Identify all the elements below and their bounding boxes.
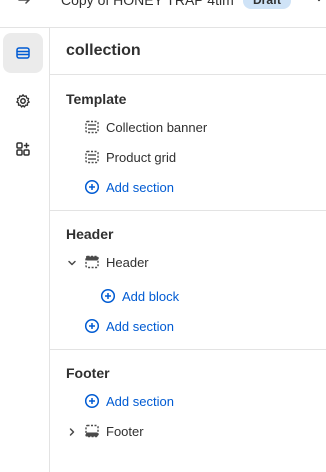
chevron-down-icon[interactable] [66, 256, 78, 268]
gear-icon [16, 94, 30, 108]
section-item-collection-banner[interactable]: Collection banner [84, 113, 207, 141]
status-badge: Draft [243, 0, 292, 9]
footer-group-label: Footer [106, 423, 144, 439]
template-add-section-button[interactable]: Add section [84, 173, 174, 201]
template-heading: Template [66, 91, 127, 107]
header-add-section-button[interactable]: Add section [84, 312, 174, 340]
apps-icon [16, 142, 30, 156]
rail-apps-button[interactable] [3, 129, 43, 169]
section-block-icon [84, 119, 100, 135]
section-item-product-grid[interactable]: Product grid [84, 143, 176, 171]
sections-panel: collection Template Collection banner Pr… [50, 28, 326, 472]
header-heading: Header [66, 226, 114, 242]
add-section-label: Add section [106, 318, 174, 334]
section-item-label: Collection banner [106, 119, 208, 135]
page-title: collection [66, 42, 141, 59]
header-group-label: Header [106, 254, 149, 270]
sections-icon [16, 47, 30, 59]
footer-block-icon [84, 423, 100, 439]
add-section-label: Add section [106, 393, 174, 409]
add-section-label: Add section [106, 179, 174, 195]
divider [50, 349, 326, 350]
add-circle-icon [84, 318, 100, 334]
top-bar: Copy of HONEY TRAP 4tim Draft [0, 0, 326, 28]
footer-group-item[interactable]: Footer [84, 417, 144, 445]
add-circle-icon [84, 179, 100, 195]
divider [50, 210, 326, 211]
rail-sections-button[interactable] [3, 33, 43, 73]
more-icon[interactable] [316, 0, 326, 6]
chevron-right-icon[interactable] [66, 425, 78, 437]
exit-icon[interactable] [17, 0, 35, 8]
divider [50, 74, 326, 75]
left-rail [0, 28, 50, 472]
document-title: Copy of HONEY TRAP 4tim [61, 0, 234, 8]
footer-heading: Footer [66, 365, 110, 381]
header-group-item[interactable]: Header [84, 248, 149, 276]
add-block-label: Add block [122, 288, 180, 304]
section-item-label: Product grid [106, 149, 177, 165]
header-add-block-button[interactable]: Add block [100, 282, 179, 310]
add-circle-icon [100, 288, 116, 304]
section-block-icon [84, 149, 100, 165]
header-block-icon [84, 254, 100, 270]
rail-settings-button[interactable] [3, 81, 43, 121]
footer-add-section-button[interactable]: Add section [84, 387, 174, 415]
add-circle-icon [84, 393, 100, 409]
